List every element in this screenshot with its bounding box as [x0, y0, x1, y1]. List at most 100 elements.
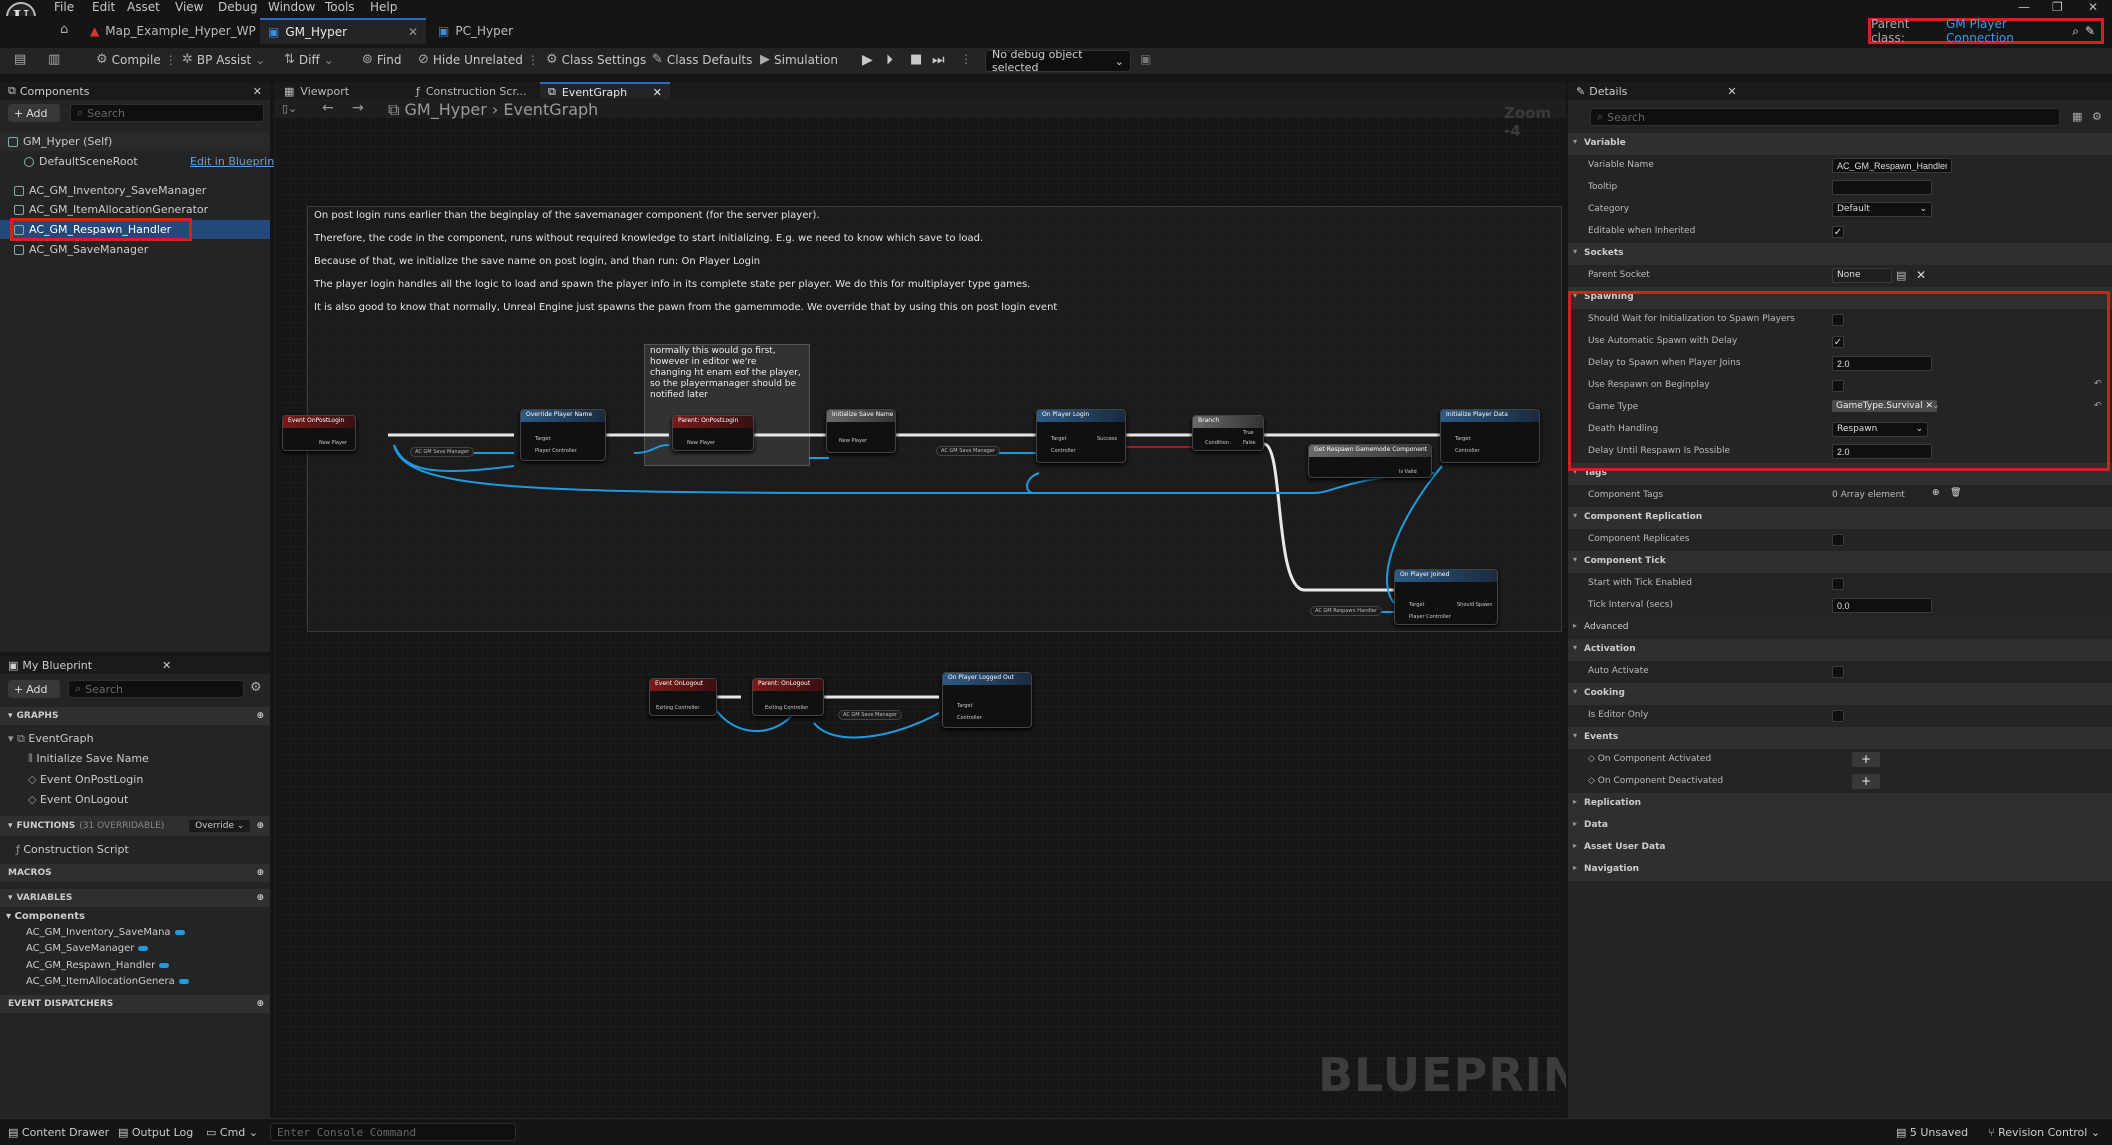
add-circle-icon[interactable]: ⊕ [1932, 488, 1940, 498]
menu-window[interactable]: Window [268, 0, 315, 14]
find-button[interactable]: ⊚ Find [362, 52, 402, 67]
close-tab-icon[interactable]: ✕ [653, 86, 662, 99]
section-sockets[interactable]: ▾ Sockets [1568, 243, 2112, 265]
section-advanced[interactable]: ▸ Advanced [1568, 617, 2112, 639]
override-dropdown[interactable]: Override ⌄ [189, 820, 251, 832]
tab-map-example[interactable]: ▲ Map_Example_Hyper_WP [82, 18, 260, 44]
override-player-name-node[interactable]: Override Player Name Target Player Control… [520, 409, 606, 461]
add-component-button[interactable]: + Add [8, 104, 60, 122]
component-root[interactable]: GM_Hyper (Self) [0, 132, 270, 151]
category-dropdown[interactable]: Default ⌄ [1832, 202, 1932, 217]
home-icon[interactable]: ⌂ [60, 22, 68, 37]
class-settings-button[interactable]: ⚙ Class Settings [546, 52, 646, 67]
event-dispatchers-section[interactable]: EVENT DISPATCHERS ⊕ [0, 995, 270, 1013]
search-icon[interactable]: ⌕ [2072, 24, 2079, 39]
save-manager-ref-node[interactable]: AC GM Save Manager [410, 447, 474, 457]
menu-view[interactable]: View [175, 0, 203, 14]
maximize-icon[interactable]: ❐ [2052, 0, 2063, 14]
browse-folder-icon[interactable]: ▤ [1896, 269, 1906, 282]
step-icon[interactable]: ⏵ [886, 52, 893, 68]
add-circle-icon[interactable]: ⊕ [256, 711, 264, 721]
component-item[interactable]: AC_GM_ItemAllocationGenerator [0, 200, 270, 219]
on-player-logged-out-node[interactable]: On Player Logged Out Target Controller [942, 672, 1032, 728]
trash-icon[interactable]: 🗑 [1950, 488, 1961, 498]
construction-script-item[interactable]: ƒ Construction Script [16, 843, 129, 856]
save-icon[interactable]: ▤ [14, 52, 26, 67]
components-category[interactable]: ▾ Components [6, 911, 85, 922]
menu-help[interactable]: Help [370, 0, 397, 14]
revision-control-button[interactable]: ⑂ Revision Control ⌄ [1988, 1126, 2100, 1139]
graph-item[interactable]: ⦀ Initialize Save Name [28, 752, 149, 766]
parent-onlogout-node[interactable]: Parent: OnLogout Exiting Controller [752, 678, 824, 716]
section-navigation[interactable]: ▸ Navigation [1568, 859, 2112, 881]
menu-edit[interactable]: Edit [92, 0, 115, 14]
add-circle-icon[interactable]: ⊕ [256, 999, 264, 1009]
tick-interval-input[interactable] [1832, 598, 1932, 613]
tick-enabled-checkbox[interactable] [1832, 578, 1844, 590]
add-event-button[interactable]: + [1852, 774, 1880, 789]
clear-x-icon[interactable]: ✕ [1916, 268, 1926, 282]
play-icon[interactable]: ▶ [862, 52, 873, 68]
tab-gm-hyper[interactable]: ▣ GM_Hyper ✕ [260, 18, 426, 44]
console-command-input[interactable]: Enter Console Command [270, 1123, 516, 1141]
class-defaults-button[interactable]: ✎ Class Defaults [652, 52, 752, 67]
close-panel-icon[interactable]: ✕ [162, 659, 171, 672]
section-variable[interactable]: ▾ Variable [1568, 133, 2112, 155]
add-event-button[interactable]: + [1852, 752, 1880, 767]
edit-pencil-icon[interactable]: ✎ [2085, 24, 2095, 38]
minimize-icon[interactable]: — [2018, 0, 2030, 14]
variable-name-input[interactable] [1832, 158, 1952, 173]
tooltip-input[interactable] [1832, 180, 1932, 195]
section-data[interactable]: ▸ Data [1568, 815, 2112, 837]
my-blueprint-search-input[interactable]: ⌕ Search [68, 680, 244, 698]
menu-file[interactable]: File [54, 0, 74, 14]
add-member-button[interactable]: + Add [8, 680, 60, 698]
section-cooking[interactable]: ▾ Cooking [1568, 683, 2112, 705]
grid-view-icon[interactable]: ▦ [2072, 110, 2082, 123]
replicates-checkbox[interactable] [1832, 534, 1844, 546]
compile-button[interactable]: ⚙ Compile ⋮ [96, 52, 177, 67]
section-replication[interactable]: ▸ Replication [1568, 793, 2112, 815]
on-player-joined-node[interactable]: On Player Joined Target Should Spawn Player… [1394, 569, 1498, 625]
respawn-handler-ref-node[interactable]: AC GM Respawn Handler [1310, 606, 1382, 616]
eject-icon[interactable]: ⏭ [932, 52, 945, 68]
output-log-button[interactable]: ▤ Output Log [118, 1126, 193, 1139]
diff-button[interactable]: ⇅ Diff ⌄ [284, 52, 334, 67]
close-panel-icon[interactable]: ✕ [253, 85, 262, 98]
branch-node[interactable]: Branch True Condition False [1192, 415, 1264, 451]
save-manager-ref-node[interactable]: AC GM Save Manager [936, 446, 1000, 456]
cmd-dropdown[interactable]: ▭ Cmd ⌄ [206, 1126, 258, 1139]
initialize-save-name-node[interactable]: Initialize Save Name New Player [826, 409, 896, 453]
variable-item[interactable]: AC_GM_Inventory_SaveMana [26, 927, 185, 938]
debug-browse-icon[interactable]: ▣ [1140, 52, 1151, 66]
on-player-login-node[interactable]: On Player Login Target Success Controller [1036, 409, 1126, 463]
section-component-tick[interactable]: ▾ Component Tick [1568, 551, 2112, 573]
details-search-input[interactable]: ⌕ Search [1590, 108, 2060, 126]
settings-gear-icon[interactable]: ⚙ [2092, 110, 2102, 123]
close-tab-icon[interactable]: ✕ [408, 25, 418, 39]
graph-item[interactable]: ◇ Event OnLogout [28, 793, 128, 806]
variable-item[interactable]: AC_GM_Respawn_Handler [26, 960, 170, 971]
components-search-input[interactable]: ⌕ Search [70, 104, 264, 122]
editor-only-checkbox[interactable] [1832, 710, 1844, 722]
functions-section[interactable]: ▾ FUNCTIONS (31 OVERRIDABLE) Override ⌄ ⊕ [0, 816, 270, 836]
close-panel-icon[interactable]: ✕ [1727, 85, 1736, 98]
auto-activate-checkbox[interactable] [1832, 666, 1844, 678]
add-circle-icon[interactable]: ⊕ [256, 893, 264, 903]
section-component-replication[interactable]: ▾ Component Replication [1568, 507, 2112, 529]
section-asset-user-data[interactable]: ▸ Asset User Data [1568, 837, 2112, 859]
tab-pc-hyper[interactable]: ▣ PC_Hyper [430, 18, 550, 44]
component-item[interactable]: AC_GM_SaveManager [0, 240, 270, 259]
event-graph-canvas[interactable]: ▯⌄ ← → ⧉ GM_Hyper › EventGraph Zoom -4 O… [274, 98, 1566, 1118]
component-item[interactable]: AC_GM_Inventory_SaveManager [0, 181, 270, 200]
event-graph-item[interactable]: ▾ ⧉ EventGraph [8, 732, 94, 746]
close-window-icon[interactable]: ✕ [2088, 0, 2098, 14]
settings-gear-icon[interactable]: ⚙ [250, 680, 262, 695]
editable-checkbox[interactable]: ✓ [1832, 226, 1844, 238]
section-activation[interactable]: ▾ Activation [1568, 639, 2112, 661]
stop-icon[interactable]: ■ [910, 52, 922, 67]
simulation-button[interactable]: ▶ Simulation [760, 52, 838, 67]
graph-item[interactable]: ◇ Event OnPostLogin [28, 773, 143, 786]
section-events[interactable]: ▾ Events [1568, 727, 2112, 749]
get-respawn-component-node[interactable]: Get Respawn Gamemode Component Is Valid [1308, 444, 1432, 478]
